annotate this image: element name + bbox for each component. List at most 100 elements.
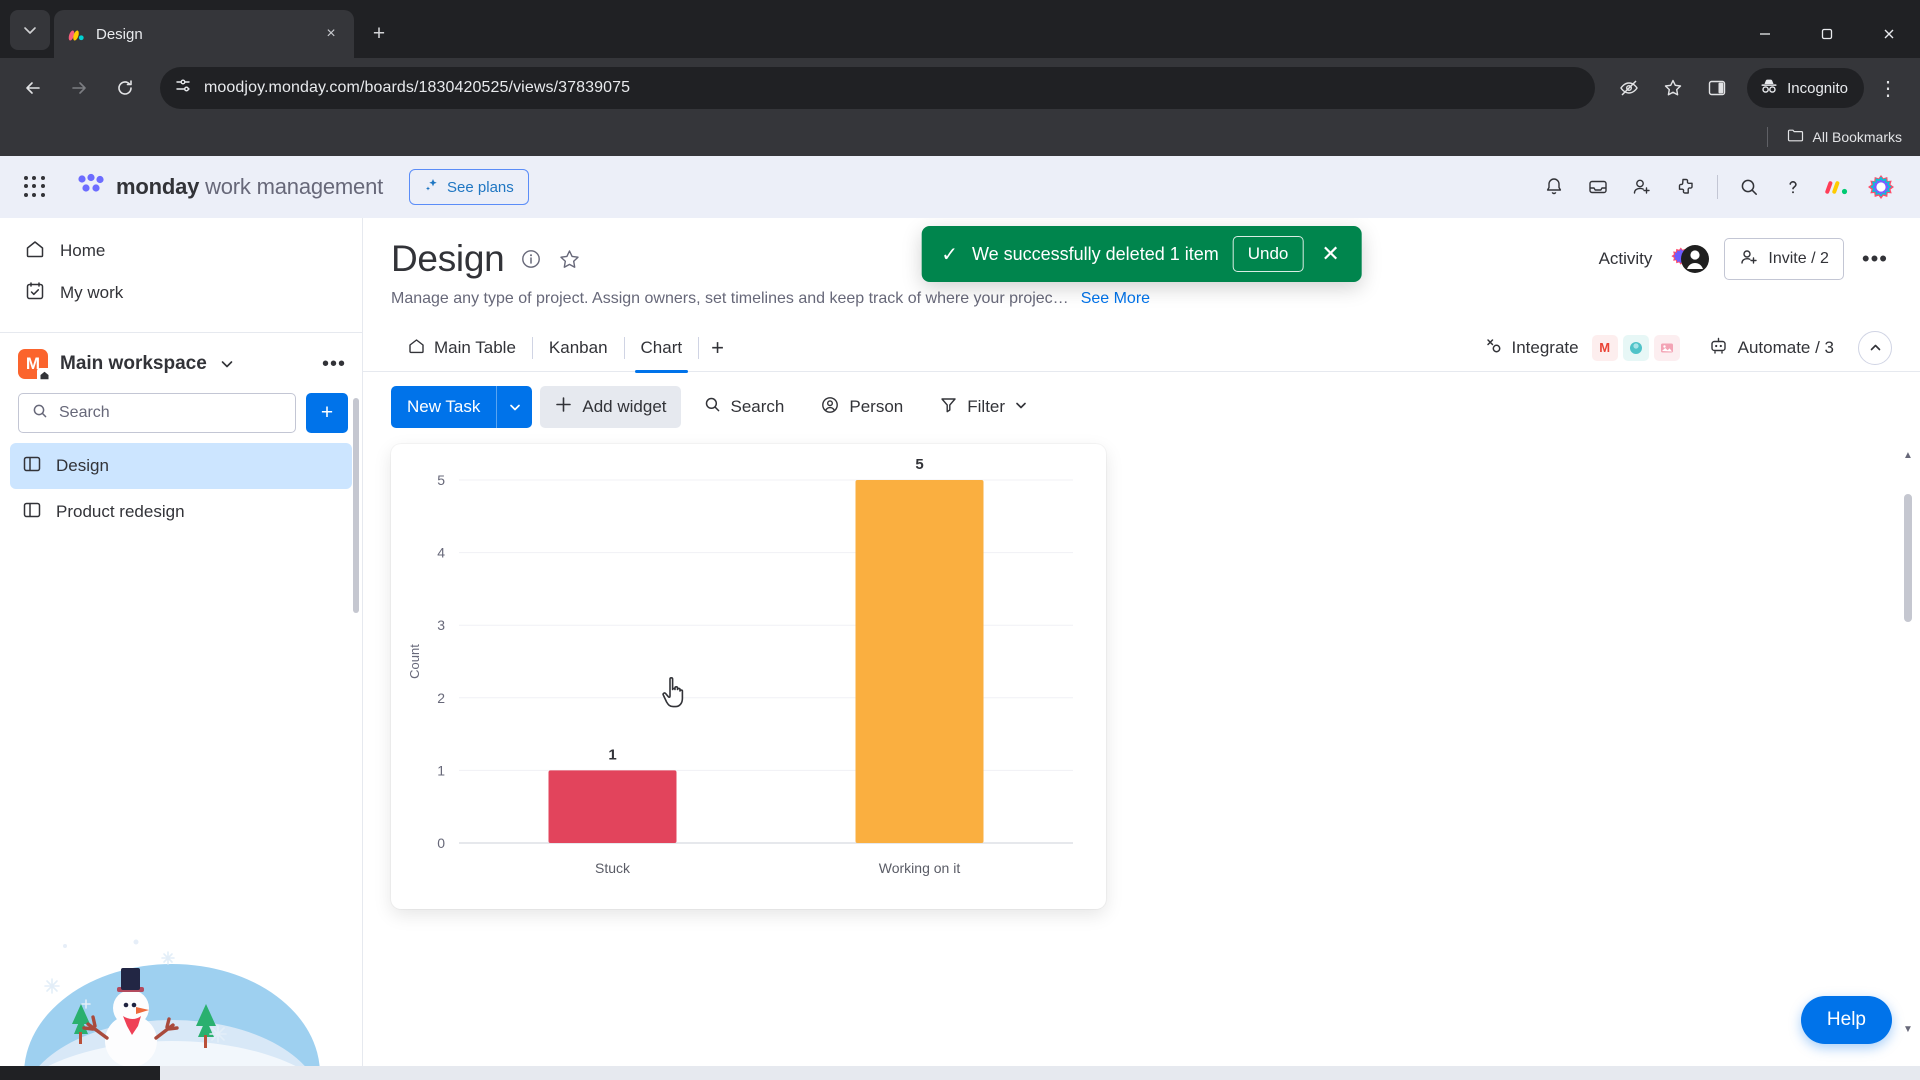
notifications-icon[interactable] xyxy=(1535,168,1573,206)
tab-chart[interactable]: Chart xyxy=(625,324,699,373)
scrollbar-thumb[interactable] xyxy=(1904,494,1912,622)
chart-bar[interactable] xyxy=(548,770,677,843)
brand[interactable]: monday work management xyxy=(76,172,383,203)
browser-window: Design × + moodjoy.monday.com/boards/183… xyxy=(0,0,1920,1080)
sidebar-item-home[interactable]: Home xyxy=(10,230,352,272)
scroll-up-arrow[interactable]: ▲ xyxy=(1902,448,1914,462)
chart-widget[interactable]: 0 1 2 3 4 5 Count 1 Stuck 5 Working on it xyxy=(391,444,1106,909)
help-button[interactable]: Help xyxy=(1800,996,1892,1044)
all-bookmarks-label[interactable]: All Bookmarks xyxy=(1813,129,1902,145)
profile-avatar[interactable] xyxy=(1862,168,1900,206)
chart-bar[interactable] xyxy=(855,480,984,843)
filter-label: Filter xyxy=(967,397,1006,416)
slack-app-icon[interactable] xyxy=(1622,334,1649,361)
app-top-header: monday work management See plans xyxy=(0,156,1920,218)
tune-icon[interactable] xyxy=(174,77,192,100)
apps-marketplace-icon[interactable] xyxy=(1667,168,1705,206)
my-work-icon xyxy=(24,280,46,307)
add-widget-button[interactable]: Add widget xyxy=(540,386,681,428)
chevron-down-icon[interactable] xyxy=(1014,397,1028,417)
search-placeholder: Search xyxy=(59,404,110,421)
board-description-row: Manage any type of project. Assign owner… xyxy=(391,290,1892,308)
tab-main-table[interactable]: Main Table xyxy=(391,324,532,372)
search-button[interactable]: Search xyxy=(689,386,799,428)
x-axis-tick: Stuck xyxy=(595,860,631,876)
sidebar-scrollbar[interactable] xyxy=(353,398,359,613)
browser-toolbar: moodjoy.monday.com/boards/1830420525/vie… xyxy=(0,58,1920,118)
chevron-up-icon[interactable] xyxy=(1858,330,1892,365)
invite-members-icon[interactable] xyxy=(1623,168,1661,206)
y-axis-label: Count xyxy=(407,644,422,679)
y-axis-tick: 5 xyxy=(437,472,445,488)
new-tab-button[interactable]: + xyxy=(362,17,396,51)
back-button[interactable] xyxy=(12,67,54,109)
see-plans-button[interactable]: See plans xyxy=(409,169,529,205)
sidebar: Home My work M Main workspace ••• Search… xyxy=(0,218,363,1066)
divider xyxy=(1766,127,1768,147)
address-bar[interactable]: moodjoy.monday.com/boards/1830420525/vie… xyxy=(160,67,1596,109)
invite-button[interactable]: Invite / 2 xyxy=(1724,238,1844,280)
gmail-app-icon[interactable]: M xyxy=(1591,334,1618,361)
apps-grid-icon[interactable] xyxy=(22,174,48,200)
close-window-button[interactable] xyxy=(1858,10,1920,58)
monday-product-icon[interactable] xyxy=(1818,168,1856,206)
tab-label: Chart xyxy=(640,337,683,357)
y-axis-tick: 3 xyxy=(437,617,445,633)
integrate-button[interactable]: Integrate M xyxy=(1483,334,1680,361)
eye-off-icon[interactable] xyxy=(1609,68,1649,108)
workspace-more-button[interactable]: ••• xyxy=(322,353,346,376)
sidebar-item-design[interactable]: Design xyxy=(10,443,352,489)
search-input[interactable]: Search xyxy=(18,393,296,433)
board-more-menu[interactable]: ••• xyxy=(1858,246,1892,272)
content-scrollbar[interactable]: ▲ ▼ xyxy=(1902,448,1914,1036)
sidebar-item-my-work[interactable]: My work xyxy=(10,272,352,314)
favorite-star-icon[interactable] xyxy=(558,248,581,271)
search-icon[interactable] xyxy=(1730,168,1768,206)
chevron-down-icon[interactable] xyxy=(219,356,235,372)
close-icon[interactable]: × xyxy=(320,23,342,45)
undo-button[interactable]: Undo xyxy=(1232,236,1304,272)
home-icon xyxy=(407,336,426,360)
new-task-button[interactable]: New Task xyxy=(391,386,533,428)
tab-kanban[interactable]: Kanban xyxy=(533,324,624,372)
add-view-button[interactable]: + xyxy=(699,324,736,372)
see-plans-label: See plans xyxy=(447,178,514,196)
avatar[interactable] xyxy=(1666,242,1710,276)
monday-logo-icon xyxy=(76,172,106,203)
scroll-down-arrow[interactable]: ▼ xyxy=(1902,1022,1914,1036)
incognito-indicator[interactable]: Incognito xyxy=(1747,68,1864,108)
reload-button[interactable] xyxy=(104,67,146,109)
window-controls xyxy=(1734,10,1920,58)
integrate-icon xyxy=(1483,335,1503,360)
toast-notification: ✓ We successfully deleted 1 item Undo ✕ xyxy=(921,226,1362,282)
maximize-button[interactable] xyxy=(1796,10,1858,58)
inbox-icon[interactable] xyxy=(1579,168,1617,206)
filter-button[interactable]: Filter xyxy=(925,386,1042,428)
forward-button[interactable] xyxy=(58,67,100,109)
side-panel-icon[interactable] xyxy=(1697,68,1737,108)
browser-tab[interactable]: Design × xyxy=(54,10,354,58)
browser-menu-button[interactable]: ⋮ xyxy=(1868,68,1908,108)
help-icon[interactable] xyxy=(1774,168,1812,206)
add-board-button[interactable]: + xyxy=(306,393,348,433)
page-title: Design xyxy=(391,238,505,279)
funnel-icon xyxy=(939,395,958,419)
activity-label[interactable]: Activity xyxy=(1599,249,1653,269)
minimize-button[interactable] xyxy=(1734,10,1796,58)
workspace-selector[interactable]: M Main workspace ••• xyxy=(0,333,362,389)
browser-tab-title: Design xyxy=(96,25,143,43)
photos-app-icon[interactable] xyxy=(1653,334,1680,361)
automate-button[interactable]: Automate / 3 xyxy=(1708,335,1834,361)
close-icon[interactable]: ✕ xyxy=(1317,243,1343,265)
sidebar-item-label: Home xyxy=(60,241,106,260)
chevron-down-icon[interactable] xyxy=(496,386,532,428)
bookmark-star-icon[interactable] xyxy=(1653,68,1693,108)
app-body: Home My work M Main workspace ••• Search… xyxy=(0,218,1920,1066)
person-filter-button[interactable]: Person xyxy=(806,386,917,428)
info-icon[interactable] xyxy=(520,248,542,270)
see-more-link[interactable]: See More xyxy=(1081,290,1150,308)
sidebar-item-product-redesign[interactable]: Product redesign xyxy=(10,489,352,535)
tab-search-button[interactable] xyxy=(10,10,50,50)
integrate-label: Integrate xyxy=(1511,337,1579,357)
sidebar-search-row: Search + xyxy=(0,389,362,443)
